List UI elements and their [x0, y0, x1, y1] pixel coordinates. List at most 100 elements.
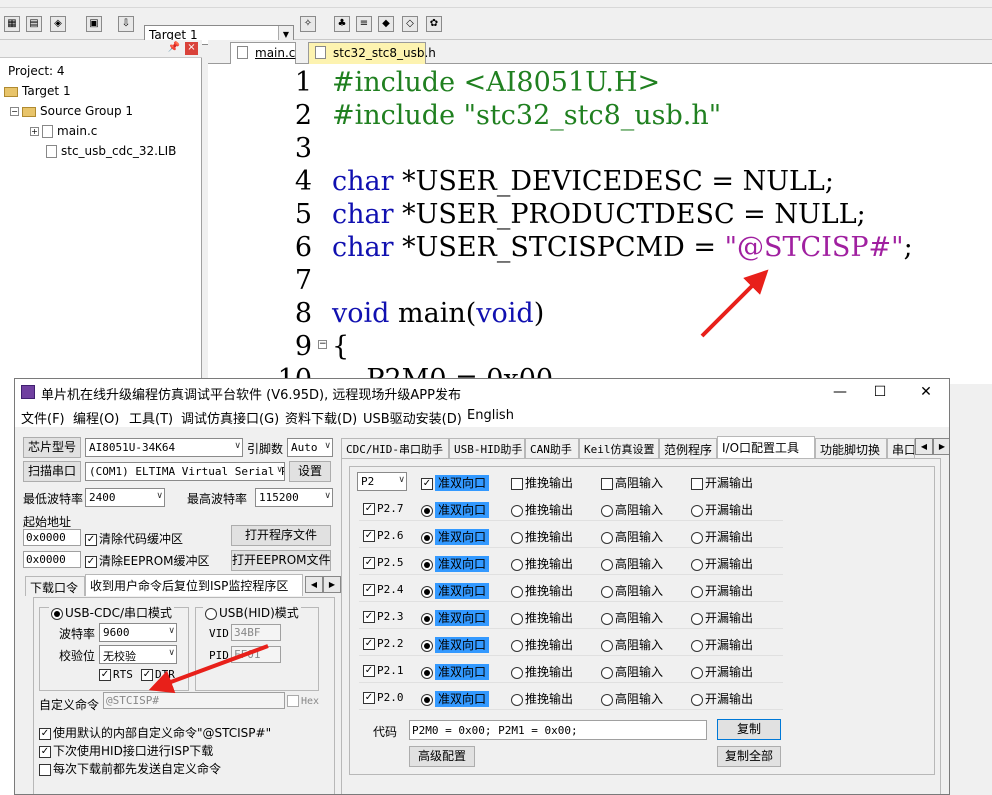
port-number-select[interactable]: P2 ∨: [357, 472, 407, 491]
vid-field[interactable]: 34BF: [231, 624, 281, 641]
mode-quasi-radio[interactable]: 准双向口: [421, 690, 490, 707]
mode-high-z-radio[interactable]: 高阻输入: [601, 501, 663, 518]
download-icon[interactable]: ▣: [86, 16, 102, 32]
mode-high-z-radio[interactable]: 高阻输入: [601, 582, 663, 599]
mode-quasi-radio[interactable]: 准双向口: [421, 609, 490, 626]
maximize-icon[interactable]: ☐: [865, 382, 895, 402]
all-open-drain[interactable]: 开漏输出: [691, 474, 753, 491]
mode-open-drain-radio[interactable]: 开漏输出: [691, 663, 753, 680]
dtr-checkbox[interactable]: ✓ DTR: [141, 667, 175, 681]
tab-scroll-left-icon[interactable]: ◀: [305, 576, 323, 593]
all-quasi-bidirectional[interactable]: ✓ 准双向口: [421, 474, 490, 491]
tree-item-lib[interactable]: stc_usb_cdc_32.LIB: [46, 144, 176, 158]
clear-eeprom-checkbox[interactable]: ✓ 清除EEPROM缓冲区: [85, 552, 210, 569]
pin-checkbox[interactable]: ✓ P2.6: [363, 528, 404, 542]
settings-button[interactable]: 设置: [289, 461, 331, 482]
menu-file[interactable]: 文件(F): [21, 408, 65, 427]
copy-button[interactable]: 复制: [717, 719, 781, 740]
tree-item-main-c[interactable]: + main.c: [30, 124, 97, 138]
pin-checkbox[interactable]: ✓ P2.5: [363, 555, 404, 569]
mode-quasi-radio[interactable]: 准双向口: [421, 555, 490, 572]
mode-push-pull-radio[interactable]: 推挽输出: [511, 609, 573, 626]
max-baud-select[interactable]: 115200 ∨: [255, 488, 333, 507]
project-root[interactable]: Project: 4: [8, 64, 65, 78]
tree-item-source-group[interactable]: − Source Group 1: [10, 104, 133, 118]
pin-checkbox[interactable]: ✓ P2.3: [363, 609, 404, 623]
mode-open-drain-radio[interactable]: 开漏输出: [691, 636, 753, 653]
menu-english[interactable]: English: [467, 408, 514, 423]
tree-item-target[interactable]: Target 1: [4, 84, 71, 98]
tab-serial[interactable]: 串口: [887, 438, 915, 458]
manage-components-icon[interactable]: ♣: [334, 16, 350, 32]
use-hid-next-checkbox[interactable]: ✓ 下次使用HID接口进行ISP下载: [39, 742, 213, 759]
open-program-button[interactable]: 打开程序文件: [231, 525, 331, 546]
menu-program[interactable]: 编程(O): [73, 408, 119, 427]
mode-high-z-radio[interactable]: 高阻输入: [601, 528, 663, 545]
rts-checkbox[interactable]: ✓ RTS: [99, 667, 133, 681]
min-baud-select[interactable]: 2400 ∨: [85, 488, 165, 507]
mode-high-z-radio[interactable]: 高阻输入: [601, 609, 663, 626]
eeprom-address-field[interactable]: 0x0000: [23, 551, 81, 568]
code-editor[interactable]: 1 #include <AI8051U.H> 2 #include "stc32_st…: [208, 64, 992, 384]
mode-quasi-radio[interactable]: 准双向口: [421, 501, 490, 518]
mode-push-pull-radio[interactable]: 推挽输出: [511, 663, 573, 680]
menu-debug[interactable]: 调试仿真接口(G): [181, 408, 279, 427]
batch-build-icon[interactable]: ▦: [4, 16, 20, 32]
mode-open-drain-radio[interactable]: 开漏输出: [691, 609, 753, 626]
fold-icon[interactable]: −: [318, 340, 327, 349]
pin-checkbox[interactable]: ✓ P2.1: [363, 663, 404, 677]
pins-select[interactable]: Auto ∨: [287, 438, 333, 457]
hex-checkbox[interactable]: Hex: [287, 695, 319, 707]
mode-push-pull-radio[interactable]: 推挽输出: [511, 636, 573, 653]
tab-scroll-left-icon[interactable]: ◀: [915, 438, 933, 455]
tab-header-file[interactable]: stc32_stc8_usb.h: [308, 42, 436, 64]
mode-push-pull-radio[interactable]: 推挽输出: [511, 555, 573, 572]
tab-keil-sim[interactable]: Keil仿真设置: [579, 438, 659, 458]
chip-select[interactable]: AI8051U-34K64 ∨: [85, 438, 243, 457]
copy-all-button[interactable]: 复制全部: [717, 746, 781, 767]
diamond-icon[interactable]: ◇: [402, 16, 418, 32]
mode-push-pull-radio[interactable]: 推挽输出: [511, 501, 573, 518]
mode-high-z-radio[interactable]: 高阻输入: [601, 636, 663, 653]
mode-high-z-radio[interactable]: 高阻输入: [601, 663, 663, 680]
rebuild-icon[interactable]: ◈: [50, 16, 66, 32]
tab-pin-switch[interactable]: 功能脚切换: [815, 438, 887, 458]
open-eeprom-button[interactable]: 打开EEPROM文件: [231, 550, 331, 571]
scan-port-button[interactable]: 扫描串口: [23, 461, 81, 482]
pin-checkbox[interactable]: ✓ P2.4: [363, 582, 404, 596]
mode-open-drain-radio[interactable]: 开漏输出: [691, 528, 753, 545]
tab-reset-to-isp[interactable]: 收到用户命令后复位到ISP监控程序区: [85, 574, 303, 596]
baud-select[interactable]: 9600 ∨: [99, 623, 177, 642]
mode-open-drain-radio[interactable]: 开漏输出: [691, 582, 753, 599]
expand-icon[interactable]: +: [30, 127, 39, 136]
tab-download-password[interactable]: 下载口令: [25, 576, 85, 596]
mode-open-drain-radio[interactable]: 开漏输出: [691, 501, 753, 518]
code-output-field[interactable]: P2M0 = 0x00; P2M1 = 0x00;: [409, 720, 707, 740]
menu-usb-driver[interactable]: USB驱动安装(D): [363, 408, 462, 427]
tab-io-config[interactable]: I/O口配置工具: [717, 436, 815, 458]
mode-push-pull-radio[interactable]: 推挽输出: [511, 528, 573, 545]
pack-installer-icon[interactable]: ◆: [378, 16, 394, 32]
build-icon[interactable]: ▤: [26, 16, 42, 32]
target-options-icon[interactable]: ✧: [300, 16, 316, 32]
all-push-pull[interactable]: 推挽输出: [511, 474, 573, 491]
mode-open-drain-radio[interactable]: 开漏输出: [691, 555, 753, 572]
load-icon[interactable]: ⇩: [118, 16, 134, 32]
usb-hid-radio[interactable]: USB(HID)模式: [203, 604, 301, 621]
tab-can[interactable]: CAN助手: [525, 438, 579, 458]
close-window-icon[interactable]: ✕: [911, 382, 941, 402]
menu-download[interactable]: 资料下载(D): [285, 408, 357, 427]
chip-type-button[interactable]: 芯片型号: [23, 437, 81, 458]
mode-push-pull-radio[interactable]: 推挽输出: [511, 690, 573, 707]
menu-tools[interactable]: 工具(T): [129, 408, 173, 427]
code-address-field[interactable]: 0x0000: [23, 529, 81, 546]
mode-quasi-radio[interactable]: 准双向口: [421, 582, 490, 599]
mode-quasi-radio[interactable]: 准双向口: [421, 636, 490, 653]
tab-serial-assistant[interactable]: CDC/HID-串口助手: [341, 438, 449, 458]
close-icon[interactable]: ×: [185, 42, 198, 55]
pid-field[interactable]: FF01: [231, 646, 281, 663]
mode-quasi-radio[interactable]: 准双向口: [421, 663, 490, 680]
pin-icon[interactable]: 📌: [168, 42, 180, 53]
mode-open-drain-radio[interactable]: 开漏输出: [691, 690, 753, 707]
all-high-impedance[interactable]: 高阻输入: [601, 474, 663, 491]
